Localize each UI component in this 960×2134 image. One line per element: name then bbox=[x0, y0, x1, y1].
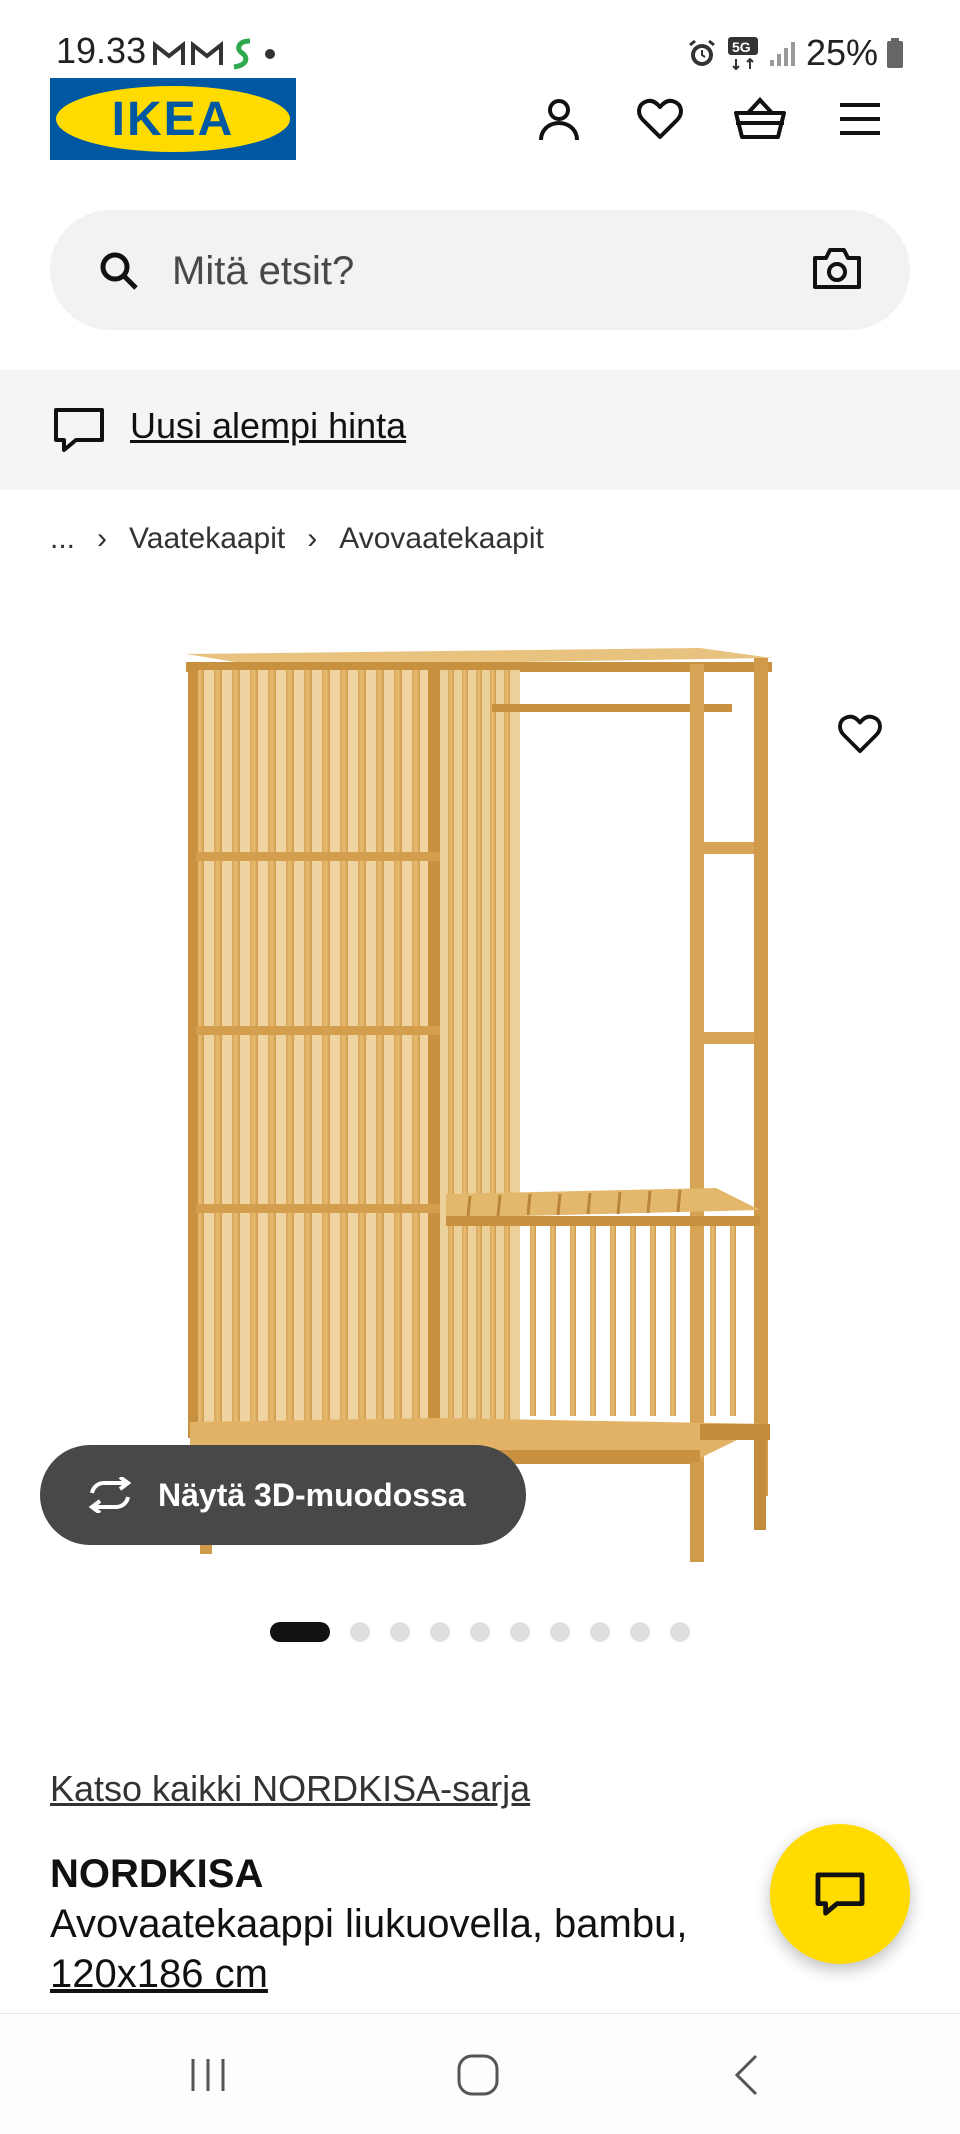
notification-icons bbox=[152, 36, 280, 72]
carousel-dot[interactable] bbox=[390, 1622, 410, 1642]
carousel-indicator bbox=[0, 1622, 960, 1642]
battery-icon bbox=[887, 38, 903, 68]
chevron-right-icon: › bbox=[97, 522, 108, 555]
alarm-icon bbox=[689, 39, 715, 66]
recent-apps-button[interactable] bbox=[168, 2040, 248, 2110]
gmail-icon bbox=[153, 40, 185, 65]
carousel-dot[interactable] bbox=[430, 1622, 450, 1642]
chat-bubble-icon bbox=[54, 408, 104, 452]
search-icon bbox=[100, 252, 138, 290]
carousel-dot[interactable] bbox=[630, 1622, 650, 1642]
logo-text: IKEA bbox=[112, 93, 235, 146]
svg-text:5G: 5G bbox=[732, 39, 751, 55]
promo-link[interactable]: Uusi alempi hinta bbox=[130, 405, 406, 447]
chat-button[interactable] bbox=[770, 1824, 910, 1964]
product-size-link[interactable]: 120x186 cm bbox=[50, 1952, 268, 1997]
heart-icon bbox=[637, 98, 683, 139]
view-3d-label: Näytä 3D-muodossa bbox=[158, 1476, 466, 1513]
account-button[interactable] bbox=[524, 84, 594, 154]
dot-icon bbox=[265, 49, 275, 59]
ikea-logo[interactable]: IKEA bbox=[50, 78, 296, 160]
product-description: Avovaatekaappi liukuovella, bambu, bbox=[50, 1902, 688, 1946]
breadcrumb-item-avovaatekaapit[interactable]: Avovaatekaapit bbox=[339, 522, 544, 556]
system-icons: 5G 25% bbox=[686, 30, 904, 76]
favourites-button[interactable] bbox=[625, 84, 695, 154]
status-time: 19.33 bbox=[56, 30, 147, 71]
carousel-dot[interactable] bbox=[670, 1622, 690, 1642]
menu-button[interactable] bbox=[825, 84, 895, 154]
user-icon bbox=[539, 99, 579, 141]
camera-icon[interactable] bbox=[812, 246, 862, 290]
back-icon bbox=[734, 2054, 758, 2096]
back-button[interactable] bbox=[707, 2040, 787, 2110]
basket-icon bbox=[734, 97, 786, 139]
carousel-dot[interactable] bbox=[550, 1622, 570, 1642]
chat-bubble-icon bbox=[815, 1872, 865, 1916]
wishlist-button[interactable] bbox=[820, 694, 900, 774]
carousel-dot[interactable] bbox=[470, 1622, 490, 1642]
breadcrumb-item-vaatekaapit[interactable]: Vaatekaapit bbox=[129, 522, 285, 556]
rotate-3d-icon bbox=[88, 1477, 132, 1513]
product-name: NORDKISA bbox=[50, 1852, 264, 1896]
breadcrumb-ellipsis[interactable]: ... bbox=[50, 522, 75, 556]
view-3d-button[interactable]: Näytä 3D-muodossa bbox=[40, 1445, 526, 1545]
product-image[interactable] bbox=[0, 612, 960, 1572]
signal-icon bbox=[769, 42, 795, 66]
s-app-icon bbox=[233, 38, 251, 70]
carousel-dot[interactable] bbox=[510, 1622, 530, 1642]
recent-apps-icon bbox=[191, 2059, 225, 2091]
menu-icon bbox=[840, 103, 880, 135]
series-link[interactable]: Katso kaikki NORDKISA-sarja bbox=[50, 1768, 530, 1810]
home-icon bbox=[457, 2054, 499, 2096]
network-5g-icon: 5G bbox=[727, 37, 758, 71]
gmail-icon bbox=[191, 40, 223, 65]
chevron-right-icon: › bbox=[307, 522, 318, 555]
heart-icon bbox=[838, 714, 882, 754]
cart-button[interactable] bbox=[725, 84, 795, 154]
wardrobe-illustration bbox=[186, 648, 772, 1562]
breadcrumb: ... › Vaatekaapit › Avovaatekaapit bbox=[50, 522, 544, 556]
search-input[interactable] bbox=[170, 238, 794, 304]
carousel-dot[interactable] bbox=[590, 1622, 610, 1642]
home-button[interactable] bbox=[438, 2040, 518, 2110]
battery-percent: 25% bbox=[805, 32, 878, 73]
carousel-dot[interactable] bbox=[350, 1622, 370, 1642]
carousel-dot-active[interactable] bbox=[270, 1622, 330, 1642]
